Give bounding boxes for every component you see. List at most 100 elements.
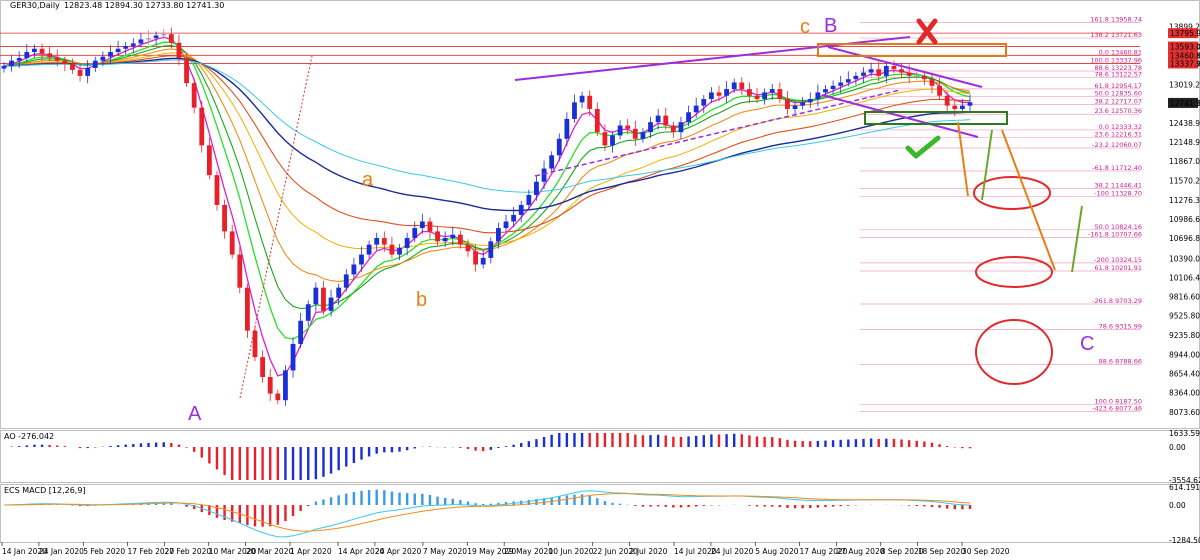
candle-body (830, 85, 836, 90)
candle-body (100, 56, 106, 61)
candle-body (754, 95, 760, 100)
date-label: 27 Feb 2020 (164, 547, 211, 556)
candle-body (785, 99, 790, 109)
price-tick-label: 11867.00 (1169, 157, 1200, 166)
candle-body (267, 377, 273, 394)
date-label: 24 Jan 2020 (39, 547, 84, 556)
candle-body (123, 46, 129, 49)
candle-body (222, 204, 227, 232)
candle-body (564, 118, 570, 139)
date-label: 18 Sep 2020 (918, 547, 966, 556)
price-tag-label: 13337.96 (1170, 59, 1200, 68)
price-tick-label: 10696.80 (1169, 234, 1200, 243)
candle-body (914, 75, 920, 77)
candle-body (184, 58, 189, 84)
candle-body (305, 304, 311, 321)
price-tick-label: 8944.00 (1169, 350, 1200, 359)
candle-body (199, 107, 205, 146)
candle-body (328, 297, 334, 311)
candle-body (54, 57, 60, 61)
candle-body (450, 234, 456, 239)
date-label: 30 Sep 2020 (962, 547, 1010, 556)
wave-label-b: b (416, 289, 427, 311)
candle-body (861, 72, 866, 76)
date-label: 24 Apr 2020 (375, 547, 422, 556)
candle-body (427, 221, 433, 232)
fib-label: -261.8 9703.29 (1092, 297, 1142, 305)
ao-tick-label: 0.00 (1169, 443, 1186, 452)
date-label: 7 May 2020 (423, 547, 467, 556)
candle-body (602, 132, 608, 146)
price-axis: 13899.2013593.0713460.8113337.9613019.20… (1168, 22, 1200, 417)
candle-body (457, 234, 463, 245)
candle-body (937, 85, 942, 96)
candle-body (640, 132, 646, 139)
candle-body (534, 181, 539, 196)
candle-body (769, 89, 775, 93)
date-label: 10 Jun 2020 (548, 547, 593, 556)
candle-body (465, 244, 471, 252)
price-tick-label: 11276.30 (1169, 196, 1200, 205)
candle-body (959, 105, 965, 109)
candle-body (511, 214, 517, 222)
candle-body (518, 204, 524, 215)
candle-body (952, 105, 958, 109)
candle-body (389, 244, 395, 255)
macd-tick-label: 614.1911 (1169, 483, 1200, 492)
candle-body (115, 48, 121, 53)
candle-body (526, 195, 532, 205)
price-tick-label: 10986.60 (1169, 215, 1200, 224)
fib-label: 78.6 9315.99 (1099, 323, 1142, 331)
date-label: 27 Aug 2020 (836, 547, 884, 556)
price-tick-label: 8364.00 (1169, 389, 1200, 398)
candle-body (921, 75, 927, 80)
date-label: 29 May 2020 (504, 547, 553, 556)
candle-body (807, 99, 813, 103)
candle-body (625, 125, 631, 129)
ao-tick-label: 1633.593 (1169, 429, 1200, 438)
candle-body (549, 155, 555, 169)
candle-body (229, 231, 235, 255)
date-label: 1 Apr 2020 (290, 547, 332, 556)
candle-body (32, 48, 37, 53)
candle-body (290, 343, 296, 371)
candle-body (191, 83, 197, 108)
candle-body (594, 108, 600, 133)
candle-body (929, 79, 935, 86)
price-tick-label: 13019.20 (1169, 81, 1200, 90)
price-tick-label: 10390.00 (1169, 255, 1200, 264)
candle-body (579, 95, 585, 103)
price-tag-label: 13593.07 (1170, 43, 1200, 52)
candle-body (716, 92, 722, 96)
candle-body (92, 60, 98, 68)
candle-body (488, 241, 494, 258)
candle-body (883, 65, 889, 76)
price-tick-label: 10106.40 (1169, 273, 1200, 282)
candle-body (899, 69, 904, 73)
candle-body (663, 115, 669, 126)
candle-body (632, 128, 638, 139)
fib-label: -200 10324.15 (1094, 256, 1142, 264)
wave-label-A: A (188, 403, 202, 425)
candle-body (967, 102, 973, 106)
candle-body (237, 254, 243, 288)
candle-body (731, 82, 737, 90)
candle-body (419, 221, 425, 229)
chart-title: GER30,Daily (10, 1, 60, 10)
candle-body (359, 254, 364, 265)
candle-body (853, 75, 859, 80)
date-label: 20 Mar 2020 (246, 547, 294, 556)
candle-body (617, 125, 623, 136)
candle-body (739, 82, 745, 90)
price-tick-label: 11570.20 (1169, 176, 1200, 185)
candle-body (891, 65, 897, 70)
fib-label: 50.0 12835.60 (1094, 90, 1142, 98)
candle-body (9, 60, 15, 66)
candle-body (336, 287, 342, 298)
candle-body (792, 105, 798, 109)
candle-body (496, 228, 501, 242)
candle-body (435, 231, 440, 242)
price-tick-label: 12438.90 (1169, 119, 1200, 128)
candle-body (366, 244, 372, 255)
candle-body (815, 92, 821, 100)
